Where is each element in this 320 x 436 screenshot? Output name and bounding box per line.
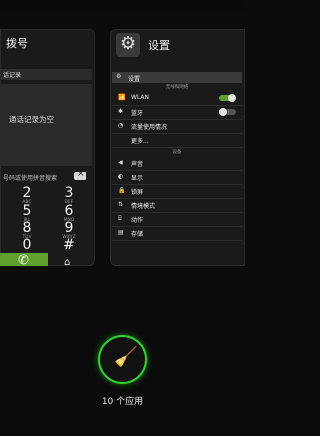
display-icon: ◐	[118, 173, 124, 180]
voicemail-icon[interactable]: ⌂	[64, 257, 70, 266]
settings-row-wlan[interactable]: 📶 WLAN	[112, 92, 242, 106]
section-device: 设备	[172, 150, 182, 155]
storage-icon: ▤	[118, 229, 124, 236]
recent-app-card-dialer[interactable]: 拨号 话记录 通话记录为空 号码或使用拼音搜索 2ABC 3DEF 5JKL 6…	[0, 29, 95, 266]
scene-icon: ⇅	[118, 201, 124, 208]
settings-title: 设置	[148, 39, 170, 52]
dialer-title: 拨号	[6, 37, 28, 50]
call-log-empty-panel: 通话记录为空	[0, 84, 92, 166]
settings-row-motion[interactable]: ⌸ 动作	[112, 213, 242, 227]
data-usage-icon: ◔	[118, 122, 124, 129]
app-count-label: 10 个应用	[101, 397, 144, 407]
bluetooth-icon: ✱	[118, 108, 124, 115]
settings-row-data-usage[interactable]: ◔ 流量使用情况	[112, 120, 242, 134]
backspace-icon[interactable]	[74, 169, 86, 180]
settings-row-scene[interactable]: ⇅ 情境模式	[112, 199, 242, 213]
dial-search-hint: 号码或使用拼音搜索	[3, 175, 58, 182]
wlan-toggle[interactable]	[219, 94, 236, 102]
sound-icon: ◀	[118, 159, 123, 166]
lock-icon: 🔒	[118, 187, 126, 194]
settings-row-more[interactable]: 更多...	[112, 134, 242, 148]
motion-icon: ⌸	[118, 215, 122, 222]
dialer-tab-bar[interactable]: 话记录	[0, 69, 92, 80]
status-bar	[0, 0, 245, 12]
settings-row-lockscreen[interactable]: 🔒 锁屏	[112, 185, 242, 199]
settings-row-bluetooth[interactable]: ✱ 蓝牙	[112, 106, 242, 120]
section-wireless: 无线和网络	[165, 85, 189, 90]
wifi-icon: 📶	[118, 94, 126, 101]
settings-row-storage[interactable]: ▤ 存储	[112, 227, 242, 241]
call-button[interactable]	[0, 253, 48, 266]
settings-header-label: 设置	[128, 76, 141, 83]
dial-search-row[interactable]: 号码或使用拼音搜索	[0, 169, 90, 182]
settings-gear-icon: ⚙	[116, 33, 140, 57]
clear-all-button[interactable]: 🧹	[100, 337, 145, 382]
dial-key-hash[interactable]: #	[60, 238, 78, 252]
settings-small-gear-icon: ⚙	[116, 73, 122, 80]
settings-row-sound[interactable]: ◀ 声音	[112, 157, 242, 171]
tab-call-log[interactable]: 话记录	[3, 70, 21, 79]
empty-message: 通话记录为空	[9, 115, 54, 124]
settings-header-bar: ⚙ 设置	[112, 72, 242, 83]
bluetooth-toggle[interactable]	[219, 108, 236, 116]
settings-row-display[interactable]: ◐ 显示	[112, 171, 242, 185]
broom-icon: 🧹	[114, 346, 138, 368]
recent-app-card-settings[interactable]: ⚙ 设置 ⚙ 设置 无线和网络 📶 WLAN ✱ 蓝牙 ◔ 流量使用情况 更多.…	[110, 29, 245, 266]
cards-reflection	[0, 268, 245, 328]
